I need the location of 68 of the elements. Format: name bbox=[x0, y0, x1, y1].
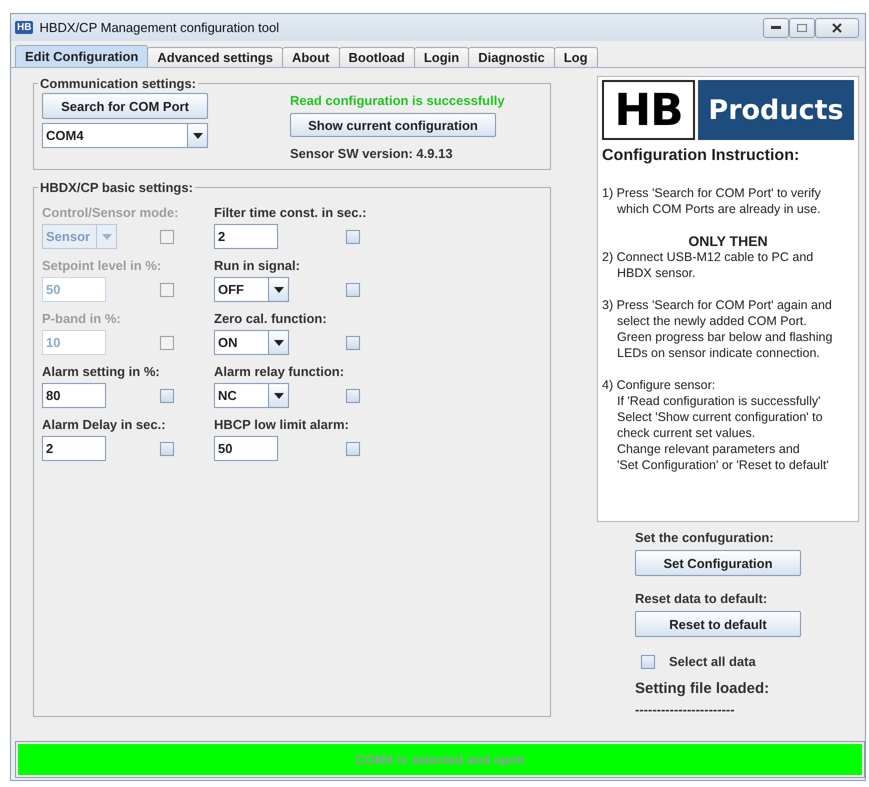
dropdown[interactable]: ON bbox=[214, 330, 289, 355]
checkbox[interactable] bbox=[346, 388, 360, 402]
close-icon bbox=[832, 22, 842, 32]
emphasis-text: ONLY THEN bbox=[687, 233, 769, 249]
group-title: Communication settings: bbox=[39, 76, 198, 91]
tab[interactable]: Bootload bbox=[338, 47, 415, 67]
tab[interactable]: Diagnostic bbox=[468, 47, 555, 67]
tab[interactable]: Log bbox=[554, 47, 598, 67]
checkbox-label: Select all data bbox=[669, 654, 756, 669]
field-label: Alarm setting in %: bbox=[42, 364, 161, 379]
search-com-port-button[interactable]: Search for COM Port bbox=[42, 93, 208, 119]
dropdown-arrow-icon bbox=[274, 286, 284, 292]
checkbox[interactable] bbox=[346, 442, 360, 456]
group-title: HBDX/CP basic settings: bbox=[39, 180, 194, 195]
dropdown-arrow-icon bbox=[274, 340, 284, 346]
checkbox[interactable] bbox=[160, 388, 174, 402]
field-label: Control/Sensor mode: bbox=[42, 205, 180, 220]
show-configuration-button[interactable]: Show current configuration bbox=[290, 113, 496, 137]
input-field[interactable]: 2 bbox=[214, 224, 278, 249]
logo-wordmark: Products bbox=[698, 80, 854, 140]
tab[interactable]: Edit Configuration bbox=[15, 45, 148, 67]
version-text: Sensor SW version: 4.9.13 bbox=[290, 146, 453, 161]
instruction-step: 3) Press 'Search for COM Port' again and select the newly added COM Port. Green progress bar below and flashing LEDs on sensor indicate connection. bbox=[602, 297, 854, 361]
checkbox[interactable] bbox=[641, 654, 655, 668]
input-field[interactable]: 50 bbox=[214, 436, 278, 461]
reset-label: Reset data to default: bbox=[635, 591, 768, 606]
status-message: Read configuration is successfully bbox=[290, 93, 505, 108]
tab[interactable]: About bbox=[282, 47, 340, 67]
dropdown[interactable]: OFF bbox=[214, 277, 289, 302]
maximize-button[interactable] bbox=[789, 18, 815, 38]
logo-mark: HB bbox=[602, 80, 695, 140]
instruction-step: 1) Press 'Search for COM Port' to verify which COM Ports are already in use. bbox=[602, 185, 854, 217]
field-label: HBCP low limit alarm: bbox=[214, 417, 350, 432]
status-text: COM4 is selected and open bbox=[355, 752, 525, 767]
checkbox[interactable] bbox=[346, 282, 360, 296]
set-label: Set the confuguration: bbox=[635, 530, 775, 545]
window-title: HBDX/CP Management configuration tool bbox=[39, 20, 280, 35]
field-label: Zero cal. function: bbox=[214, 311, 328, 326]
field-label: Run in signal: bbox=[214, 258, 301, 273]
file-value: ----------------------- bbox=[635, 702, 736, 717]
dropdown[interactable]: NC bbox=[214, 383, 289, 408]
maximize-icon bbox=[797, 24, 807, 32]
tab[interactable]: Advanced settings bbox=[147, 47, 283, 67]
field-label: Alarm Delay in sec.: bbox=[42, 417, 167, 432]
input-field[interactable]: 80 bbox=[42, 383, 106, 408]
input-field[interactable]: 2 bbox=[42, 436, 106, 461]
checkbox[interactable] bbox=[346, 336, 360, 350]
instruction-step: 2) Connect USB-M12 cable to PC and HBDX sensor. bbox=[602, 249, 854, 281]
field-label: Setpoint level in %: bbox=[42, 258, 162, 273]
close-button[interactable] bbox=[815, 18, 859, 38]
checkbox[interactable] bbox=[346, 230, 360, 244]
dropdown-arrow-icon bbox=[102, 234, 112, 240]
minimize-button[interactable] bbox=[763, 18, 789, 38]
reset-default-button[interactable]: Reset to default bbox=[635, 611, 801, 637]
checkbox[interactable] bbox=[160, 442, 174, 456]
instruction-step: 4) Configure sensor: If 'Read configuration is successfully' Select 'Show current configuration' to check current set values. Change relevant parameters and 'Set Configuration' or 'Reset to default' bbox=[602, 377, 854, 473]
set-configuration-button[interactable]: Set Configuration bbox=[635, 550, 801, 576]
app-badge: HB bbox=[15, 21, 34, 34]
instruction-title: Configuration Instruction: bbox=[602, 147, 800, 165]
file-title: Setting file loaded: bbox=[635, 680, 770, 697]
dropdown-arrow-icon bbox=[274, 392, 284, 398]
dropdown-arrow-icon bbox=[192, 132, 202, 138]
port-dropdown[interactable]: COM4 bbox=[42, 123, 208, 148]
tab[interactable]: Login bbox=[414, 47, 470, 67]
field-label: Filter time const. in sec.: bbox=[214, 205, 368, 220]
field-label: P-band in %: bbox=[42, 311, 122, 326]
field-label: Alarm relay function: bbox=[214, 364, 346, 379]
minimize-icon bbox=[771, 26, 781, 30]
